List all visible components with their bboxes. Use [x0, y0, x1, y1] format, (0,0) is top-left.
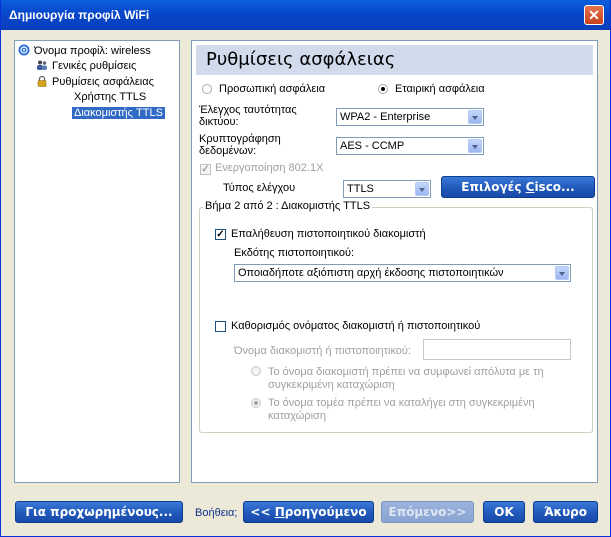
- back-button[interactable]: << Προηγούμενο: [243, 501, 374, 523]
- cert-issuer-select[interactable]: Οποιαδήποτε αξιόπιστη αρχή έκδοσης πιστο…: [234, 264, 571, 282]
- network-auth-select[interactable]: WPA2 - Enterprise: [336, 108, 484, 126]
- tree-item-general-settings[interactable]: Γενικές ρυθμίσεις: [36, 59, 136, 72]
- chevron-down-icon[interactable]: [468, 139, 482, 153]
- chevron-down-icon[interactable]: [415, 182, 429, 196]
- close-button[interactable]: ✕: [584, 5, 604, 25]
- tree-item-ttls-user[interactable]: Χρήστης TTLS: [74, 91, 146, 103]
- cancel-button[interactable]: Άκυρο: [533, 501, 598, 523]
- cert-issuer-label: Εκδότης πιστοποιητικού:: [234, 247, 355, 259]
- check-type-label: Τύπος ελέγχου: [223, 182, 296, 194]
- group-title: Βήμα 2 από 2 : Διακομιστής TTLS: [203, 200, 373, 212]
- wifi-profile-icon: [18, 44, 30, 56]
- enable-8021x-label: Ενεργοποίηση 802.1X: [215, 162, 324, 174]
- enable-8021x-checkbox[interactable]: ✓: [200, 164, 211, 175]
- cisco-options-button[interactable]: Επιλογές Cisco...: [441, 176, 595, 198]
- server-name-input[interactable]: [423, 339, 571, 360]
- validate-server-cert-checkbox[interactable]: ✓: [215, 229, 226, 240]
- title-bar[interactable]: Δημιουργία προφίλ WiFi ✕: [1, 0, 610, 30]
- check-type-select[interactable]: TTLS: [343, 180, 431, 198]
- personal-security-radio[interactable]: [202, 84, 212, 94]
- wifi-profile-dialog: Δημιουργία προφίλ WiFi ✕ Όνομα προφίλ: w…: [0, 0, 611, 537]
- data-encryption-label: Κρυπτογράφηση: [199, 133, 281, 145]
- data-encryption-select[interactable]: AES - CCMP: [336, 137, 484, 155]
- network-auth-value: WPA2 - Enterprise: [340, 111, 431, 123]
- lock-icon: [37, 75, 47, 87]
- users-icon: [37, 60, 47, 70]
- tree-item-label: Γενικές ρυθμίσεις: [52, 60, 137, 72]
- server-name-label: Όνομα διακομιστή ή πιστοποιητικού:: [234, 345, 411, 357]
- panel-header: Ρυθμίσεις ασφάλειας: [196, 45, 593, 75]
- specify-server-name-label: Καθορισμός ονόματος διακομιστή ή πιστοπο…: [231, 320, 481, 332]
- chevron-down-icon[interactable]: [468, 110, 482, 124]
- tree-item-label: Όνομα προφίλ: wireless: [34, 45, 151, 57]
- panel-title: Ρυθμίσεις ασφάλειας: [206, 49, 396, 70]
- tree-item-ttls-server[interactable]: Διακομιστής TTLS: [72, 107, 165, 119]
- exact-match-radio[interactable]: [251, 366, 261, 376]
- data-encryption-label-line2: δεδομένων:: [199, 145, 257, 157]
- domain-match-label: Το όνομα τομέα πρέπει να καταλήγει στη σ…: [268, 397, 535, 409]
- advanced-button[interactable]: Για προχωρημένους...: [15, 501, 183, 523]
- tree-item-profile-name[interactable]: Όνομα προφίλ: wireless: [18, 44, 151, 57]
- next-button[interactable]: Επόμενο>>: [381, 501, 474, 523]
- profile-tree[interactable]: Όνομα προφίλ: wireless Γενικές ρυθμίσεις…: [14, 40, 180, 483]
- enterprise-security-radio[interactable]: [378, 84, 388, 94]
- help-link[interactable]: Βοήθεια;: [195, 507, 237, 519]
- window-title: Δημιουργία προφίλ WiFi: [9, 8, 150, 22]
- personal-security-label: Προσωπική ασφάλεια: [219, 83, 326, 95]
- cert-issuer-value: Οποιαδήποτε αξιόπιστη αρχή έκδοσης πιστο…: [238, 267, 504, 279]
- chevron-down-icon[interactable]: [555, 266, 569, 280]
- specify-server-name-checkbox[interactable]: [215, 321, 226, 332]
- network-auth-label-line2: δικτύου:: [199, 116, 239, 128]
- check-type-value: TTLS: [347, 183, 374, 195]
- tree-item-security-settings[interactable]: Ρυθμίσεις ασφάλειας: [36, 75, 154, 88]
- enterprise-security-label: Εταιρική ασφάλεια: [395, 83, 485, 95]
- tree-item-label: Ρυθμίσεις ασφάλειας: [52, 76, 154, 88]
- security-settings-panel: Ρυθμίσεις ασφάλειας Προσωπική ασφάλεια Ε…: [191, 40, 598, 483]
- data-encryption-value: AES - CCMP: [340, 140, 405, 152]
- exact-match-label: Το όνομα διακομιστή πρέπει να συμφωνεί α…: [268, 366, 544, 378]
- domain-match-radio[interactable]: [251, 398, 261, 408]
- domain-match-label-line2: καταχώριση: [268, 410, 326, 422]
- network-auth-label: Έλεγχος ταυτότητας: [199, 104, 297, 116]
- exact-match-label-line2: συγκεκριμένη καταχώριση: [268, 379, 395, 391]
- ok-button[interactable]: OK: [483, 501, 525, 523]
- validate-server-cert-label: Επαλήθευση πιστοποιητικού διακομιστή: [231, 228, 426, 240]
